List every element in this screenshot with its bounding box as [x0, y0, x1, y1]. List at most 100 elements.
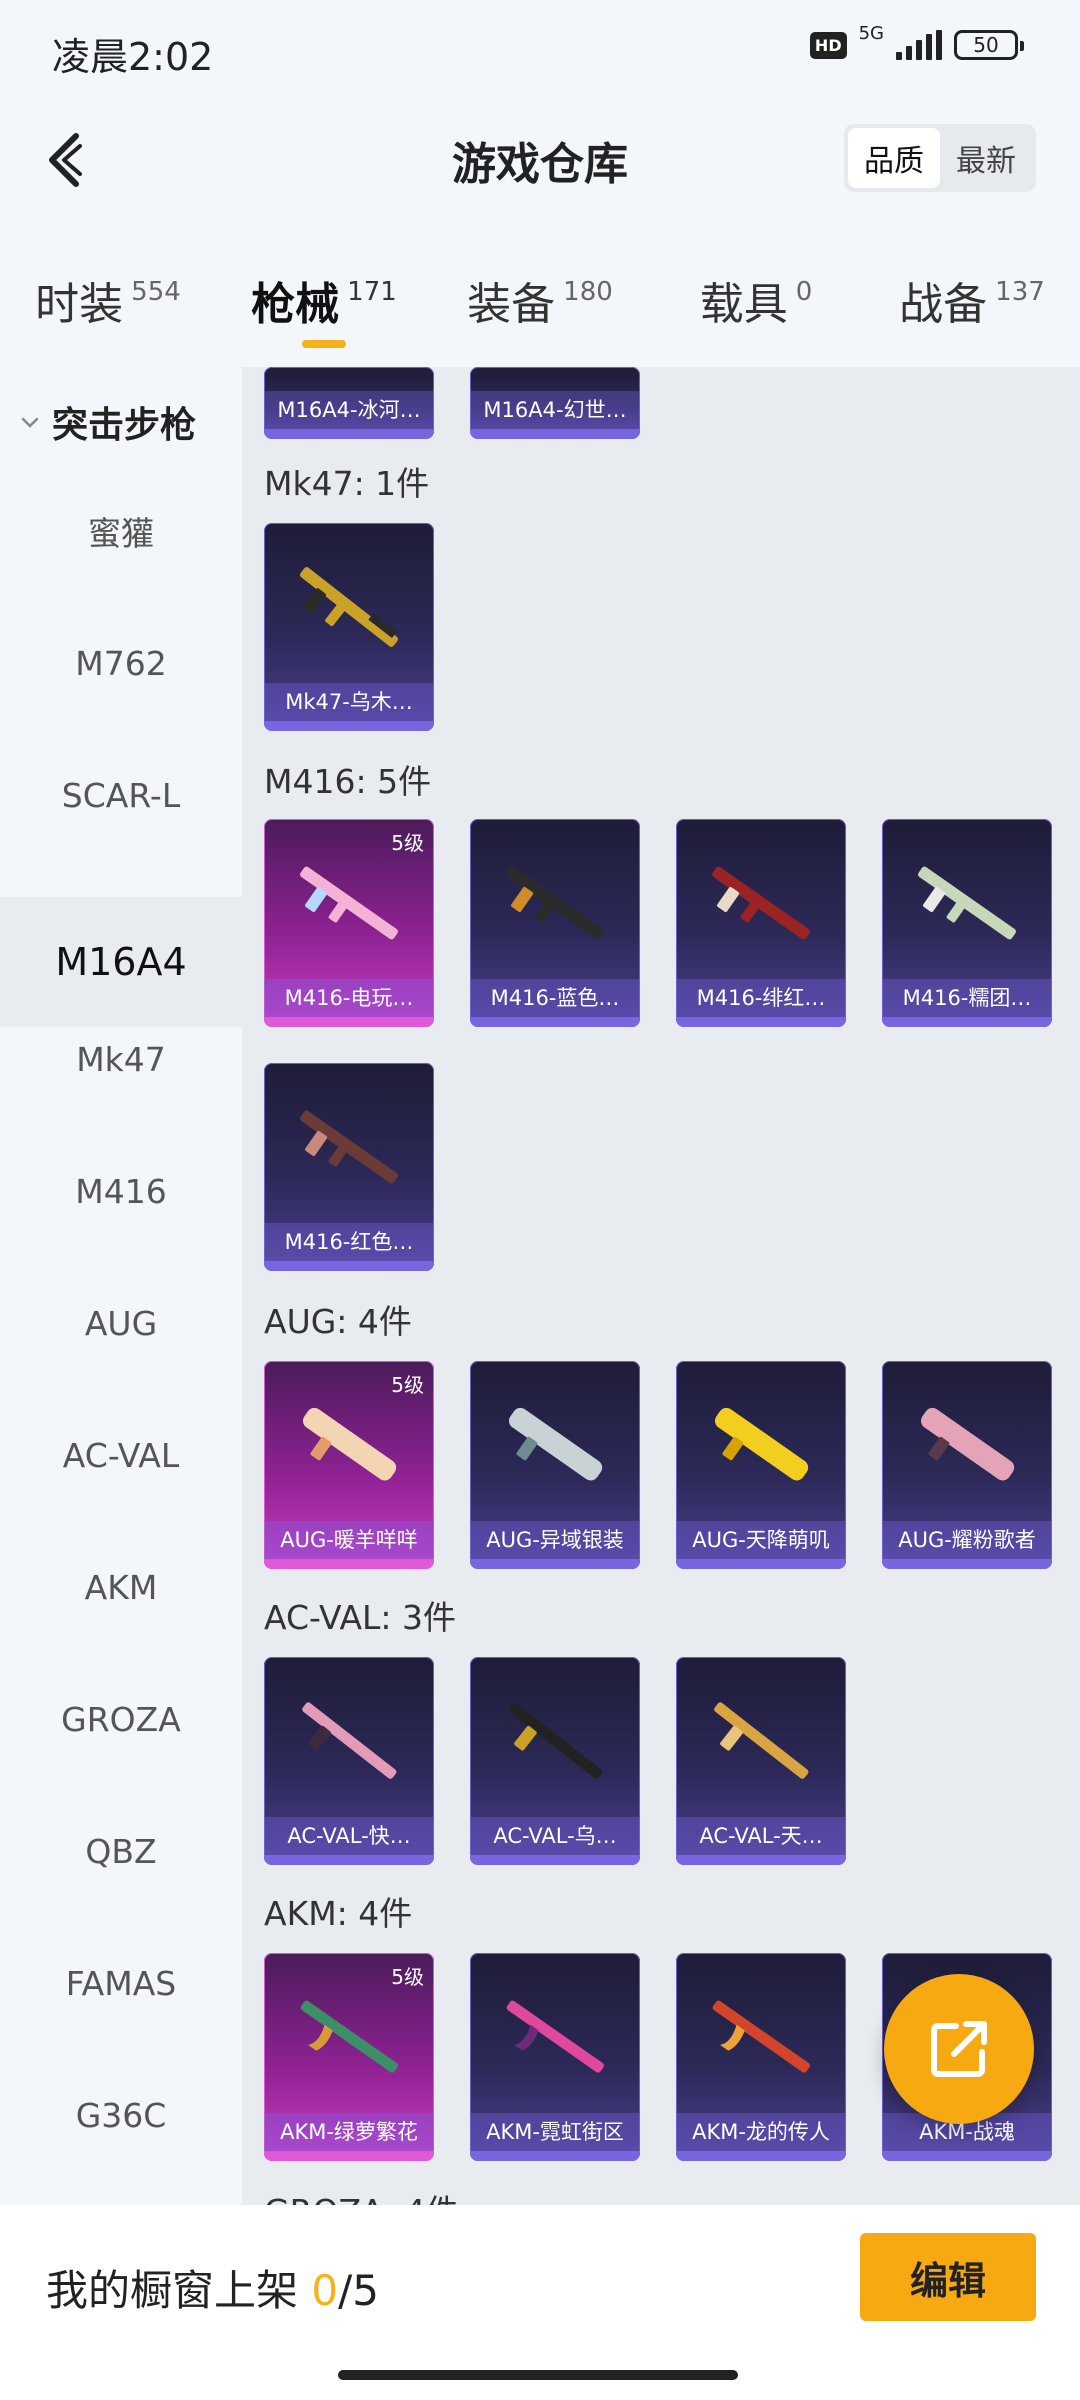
skin-card[interactable]: 5级 AKM-绿萝繁花 [264, 1953, 434, 2161]
skin-card[interactable]: 5级 AUG-暖羊咩咩 [264, 1361, 434, 1569]
skin-card[interactable]: Mk47-乌木… [264, 523, 434, 731]
signal-icon [896, 30, 942, 60]
skin-card[interactable]: AUG-耀粉歌者 [882, 1361, 1052, 1569]
card-rarity-bar [882, 1017, 1052, 1027]
sidebar-group-label: 突击步枪 [52, 405, 197, 446]
sidebar-item-qbz[interactable]: QBZ [0, 1785, 242, 1917]
share-button[interactable] [884, 1974, 1034, 2124]
share-external-icon [931, 2021, 987, 2077]
sidebar-item-groza[interactable]: GROZA [0, 1653, 242, 1785]
card-rarity-bar [470, 1855, 640, 1865]
tab-active-indicator [302, 340, 346, 348]
skin-card[interactable]: AUG-天降萌叽 [676, 1361, 846, 1569]
sidebar-item-m416[interactable]: M416 [0, 1125, 242, 1257]
sidebar-item-ac-val[interactable]: AC-VAL [0, 1389, 242, 1521]
sidebar-item-akm[interactable]: AKM [0, 1521, 242, 1653]
rifle-icon [302, 1407, 397, 1481]
rifle-icon [920, 1407, 1015, 1481]
card-rarity-bar [470, 2151, 640, 2161]
tab-count: 171 [347, 277, 397, 307]
shelf-label: 我的橱窗上架 [46, 2266, 299, 2315]
rifle-icon [302, 1702, 397, 1779]
card-rarity-bar [264, 721, 434, 731]
card-rarity-bar [264, 1261, 434, 1271]
skin-card[interactable]: AUG-异域银装 [470, 1361, 640, 1569]
skin-card[interactable]: M416-蓝色… [470, 819, 640, 1027]
sidebar-item-g36c[interactable]: G36C [0, 2049, 242, 2181]
hd-icon: HD [809, 31, 847, 59]
tab-count: 0 [795, 277, 813, 307]
skin-card[interactable]: AC-VAL-快… [264, 1657, 434, 1865]
rifle-icon [508, 1702, 603, 1779]
sort-newest-button[interactable]: 最新 [940, 128, 1032, 188]
sidebar-item-famas[interactable]: FAMAS [0, 1917, 242, 2049]
skin-card-label: M416-电玩… [264, 979, 434, 1017]
skin-grid: M16A4-冰河… M16A4-幻世… Mk47: 1件 Mk47-乌木… M4… [242, 367, 1080, 2205]
tab-equipment[interactable]: 装备 180 [432, 240, 648, 360]
section-title-mk47: Mk47: 1件 [264, 464, 430, 503]
rifle-icon [714, 1407, 809, 1481]
rifle-icon [300, 866, 398, 940]
shelf-status: 我的橱窗上架 0/5 [46, 2257, 379, 2318]
sidebar-item-honey-badger[interactable]: 蜜獾 [0, 465, 242, 597]
network-type: 5G [858, 22, 884, 44]
sidebar-item-m762[interactable]: M762 [0, 597, 242, 729]
tab-guns[interactable]: 枪械 171 [216, 240, 432, 360]
skin-card-label: AUG-天降萌叽 [676, 1521, 846, 1559]
skin-card[interactable]: M416-绯红… [676, 819, 846, 1027]
skin-card-label: AKM-霓虹街区 [470, 2113, 640, 2151]
skin-card[interactable]: AKM-龙的传人 [676, 1953, 846, 2161]
skin-card-label: AUG-耀粉歌者 [882, 1521, 1052, 1559]
tab-count: 554 [131, 277, 181, 307]
skin-card[interactable]: AKM-霓虹街区 [470, 1953, 640, 2161]
section-title-groza: GROZA: 4件 [264, 2185, 459, 2205]
status-time: 凌晨2:02 [52, 35, 214, 79]
sidebar-item-scar-l[interactable]: SCAR-L [0, 729, 242, 861]
skin-card-label: M416-绯红… [676, 979, 846, 1017]
skin-card[interactable]: M16A4-冰河… [264, 367, 434, 439]
tab-label: 载具 [699, 279, 788, 330]
skin-card-label: M16A4-冰河… [264, 391, 434, 429]
skin-card-label: AC-VAL-快… [264, 1817, 434, 1855]
rifle-icon [712, 866, 810, 940]
skin-card-label: Mk47-乌木… [264, 683, 434, 721]
tab-fashion[interactable]: 时装 554 [0, 240, 216, 360]
weapon-sidebar: 突击步枪 蜜獾 M762 SCAR-L M16A4 Mk47 M416 AUG … [0, 367, 242, 2205]
card-rarity-bar [882, 2151, 1052, 2161]
tab-label: 枪械 [251, 279, 340, 330]
rifle-icon [714, 1702, 809, 1779]
skin-card[interactable]: M16A4-幻世… [470, 367, 640, 439]
card-rarity-bar [264, 1855, 434, 1865]
skin-card-label: M416-蓝色… [470, 979, 640, 1017]
home-indicator[interactable] [338, 2370, 738, 2380]
tab-vehicles[interactable]: 载具 0 [648, 240, 864, 360]
section-title-m416: M416: 5件 [264, 762, 432, 801]
skin-card-label: AC-VAL-天… [676, 1817, 846, 1855]
rifle-icon [506, 866, 604, 940]
card-rarity-bar [470, 429, 640, 439]
tab-battle-supplies[interactable]: 战备 137 [864, 240, 1080, 360]
skin-card-label: AC-VAL-乌… [470, 1817, 640, 1855]
tab-count: 180 [563, 277, 613, 307]
sidebar-group-assault-rifles[interactable]: 突击步枪 [0, 387, 242, 457]
skin-card[interactable]: M416-糯团… [882, 819, 1052, 1027]
rifle-icon [300, 567, 398, 647]
sort-quality-button[interactable]: 品质 [848, 128, 940, 188]
skin-card[interactable]: AC-VAL-乌… [470, 1657, 640, 1865]
shelf-current-count: 0 [311, 2266, 339, 2315]
skin-card[interactable]: AC-VAL-天… [676, 1657, 846, 1865]
skin-card-label: M16A4-幻世… [470, 391, 640, 429]
section-title-ac-val: AC-VAL: 3件 [264, 1598, 457, 1637]
card-rarity-bar [676, 2151, 846, 2161]
sidebar-item-aug[interactable]: AUG [0, 1257, 242, 1389]
edit-button[interactable]: 编辑 [860, 2233, 1036, 2321]
skin-card[interactable]: M416-红色… [264, 1063, 434, 1271]
tab-count: 137 [995, 277, 1045, 307]
card-rarity-bar [676, 1559, 846, 1569]
card-rarity-bar [470, 1017, 640, 1027]
skin-card[interactable]: 5级 M416-电玩… [264, 819, 434, 1027]
card-rarity-bar [264, 1559, 434, 1569]
chevron-down-icon [21, 417, 39, 428]
sidebar-item-mk47[interactable]: Mk47 [0, 993, 242, 1125]
card-rarity-bar [264, 2151, 434, 2161]
